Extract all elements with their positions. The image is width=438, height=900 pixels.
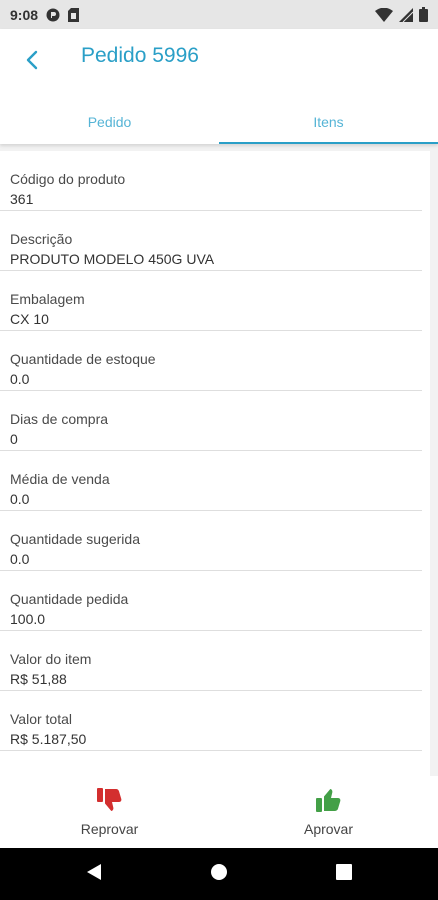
action-bar: Reprovar Aprovar xyxy=(0,776,438,848)
battery-icon xyxy=(419,7,428,22)
wifi-icon xyxy=(375,7,393,22)
system-nav-bar xyxy=(0,848,438,900)
home-circle-icon xyxy=(210,863,228,886)
tab-pedido[interactable]: Pedido xyxy=(0,99,219,144)
nav-recents-button[interactable] xyxy=(304,848,384,900)
field-valor-item: Valor do item R$ 51,88 xyxy=(0,631,422,691)
field-codigo: Código do produto 361 xyxy=(0,151,422,211)
tab-bar: Pedido Itens xyxy=(0,99,438,144)
status-time: 9:08 xyxy=(10,6,39,23)
nav-home-button[interactable] xyxy=(179,848,259,900)
app-bar: Pedido 5996 Pedido Itens xyxy=(0,29,438,144)
field-label: Embalagem xyxy=(10,291,85,307)
signal-icon xyxy=(399,7,413,22)
field-label: Média de venda xyxy=(10,471,110,487)
field-value: R$ 5.187,50 xyxy=(10,731,87,747)
back-triangle-icon xyxy=(86,863,102,886)
field-embalagem: Embalagem CX 10 xyxy=(0,271,422,331)
field-value: 0.0 xyxy=(10,491,30,507)
tab-itens[interactable]: Itens xyxy=(219,99,438,144)
thumbs-down-icon xyxy=(96,787,123,817)
field-value: 0.0 xyxy=(10,551,30,567)
field-quantidade-pedida: Quantidade pedida 100.0 xyxy=(0,571,422,631)
thumbs-up-icon xyxy=(315,788,342,817)
field-label: Valor do item xyxy=(10,651,92,667)
sim-card-icon xyxy=(68,7,80,22)
field-media-venda: Média de venda 0.0 xyxy=(0,451,422,511)
nav-back-button[interactable] xyxy=(54,848,134,900)
field-label: Dias de compra xyxy=(10,411,109,427)
field-value: PRODUTO MODELO 450G UVA xyxy=(10,251,215,267)
field-value: 0 xyxy=(10,431,18,447)
field-value: CX 10 xyxy=(10,311,49,327)
back-button[interactable] xyxy=(18,48,46,76)
approve-label: Aprovar xyxy=(303,820,354,837)
status-bar: 9:08 xyxy=(0,0,438,29)
page-title: Pedido 5996 xyxy=(81,44,199,67)
item-details[interactable]: Código do produto 361 Descrição PRODUTO … xyxy=(0,148,438,776)
field-quantidade-estoque: Quantidade de estoque 0.0 xyxy=(0,331,422,391)
chevron-left-icon xyxy=(25,50,39,75)
field-value: 100.0 xyxy=(10,611,46,627)
field-label: Descrição xyxy=(10,231,73,247)
alert-circle-icon xyxy=(46,8,60,22)
field-quantidade-sugerida: Quantidade sugerida 0.0 xyxy=(0,511,422,571)
field-dias-compra: Dias de compra 0 xyxy=(0,391,422,451)
field-valor-total: Valor total R$ 5.187,50 xyxy=(0,691,422,751)
reject-label: Reprovar xyxy=(80,820,139,837)
reject-button[interactable]: Reprovar xyxy=(0,776,219,848)
field-descricao: Descrição PRODUTO MODELO 450G UVA xyxy=(0,211,422,271)
field-value: R$ 51,88 xyxy=(10,671,67,687)
recents-square-icon xyxy=(336,863,352,885)
field-value: 361 xyxy=(10,191,34,207)
field-label: Código do produto xyxy=(10,171,126,187)
field-label: Quantidade pedida xyxy=(10,591,129,607)
field-label: Valor total xyxy=(10,711,72,727)
field-label: Quantidade sugerida xyxy=(10,531,140,547)
item-card: Código do produto 361 Descrição PRODUTO … xyxy=(0,151,430,776)
field-value: 0.0 xyxy=(10,371,30,387)
approve-button[interactable]: Aprovar xyxy=(219,776,438,848)
field-label: Quantidade de estoque xyxy=(10,351,156,367)
